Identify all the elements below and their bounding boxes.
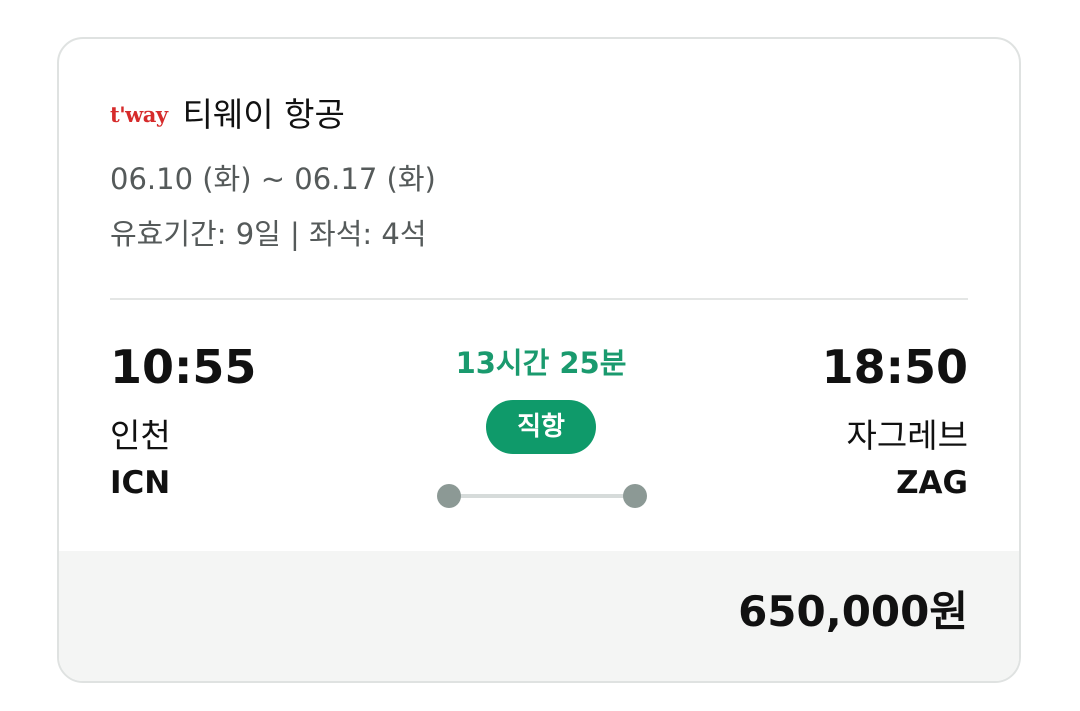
destination-dot-icon bbox=[623, 484, 647, 508]
airline-header: t'way 티웨이 항공 bbox=[110, 93, 345, 135]
departure-city: 인천 bbox=[110, 416, 171, 455]
flight-summary: 13시간 25분 직항 bbox=[429, 349, 653, 454]
airline-logo: t'way bbox=[110, 101, 168, 127]
divider bbox=[110, 298, 968, 300]
flight-card[interactable]: t'way 티웨이 항공 06.10 (화) ~ 06.17 (화) 유효기간:… bbox=[57, 37, 1021, 683]
airline-name: 티웨이 항공 bbox=[182, 94, 345, 134]
origin-dot-icon bbox=[437, 484, 461, 508]
arrival-time: 18:50 bbox=[821, 340, 968, 394]
arrival-city: 자그레브 bbox=[846, 416, 968, 455]
direct-flight-badge: 직항 bbox=[486, 400, 596, 454]
flight-duration: 13시간 25분 bbox=[455, 346, 627, 380]
arrival-code: ZAG bbox=[896, 465, 968, 501]
validity-and-seats: 유효기간: 9일 | 좌석: 4석 bbox=[110, 217, 427, 251]
departure-info: 10:55 인천 ICN bbox=[110, 344, 256, 499]
price-amount: 650,000원 bbox=[738, 587, 968, 636]
route-indicator bbox=[437, 483, 647, 509]
departure-time: 10:55 bbox=[110, 340, 257, 394]
price-footer: 650,000원 bbox=[59, 551, 1019, 681]
arrival-info: 18:50 자그레브 ZAG bbox=[822, 344, 968, 499]
travel-dates: 06.10 (화) ~ 06.17 (화) bbox=[110, 162, 436, 196]
departure-code: ICN bbox=[110, 465, 171, 501]
route-line bbox=[449, 494, 635, 498]
